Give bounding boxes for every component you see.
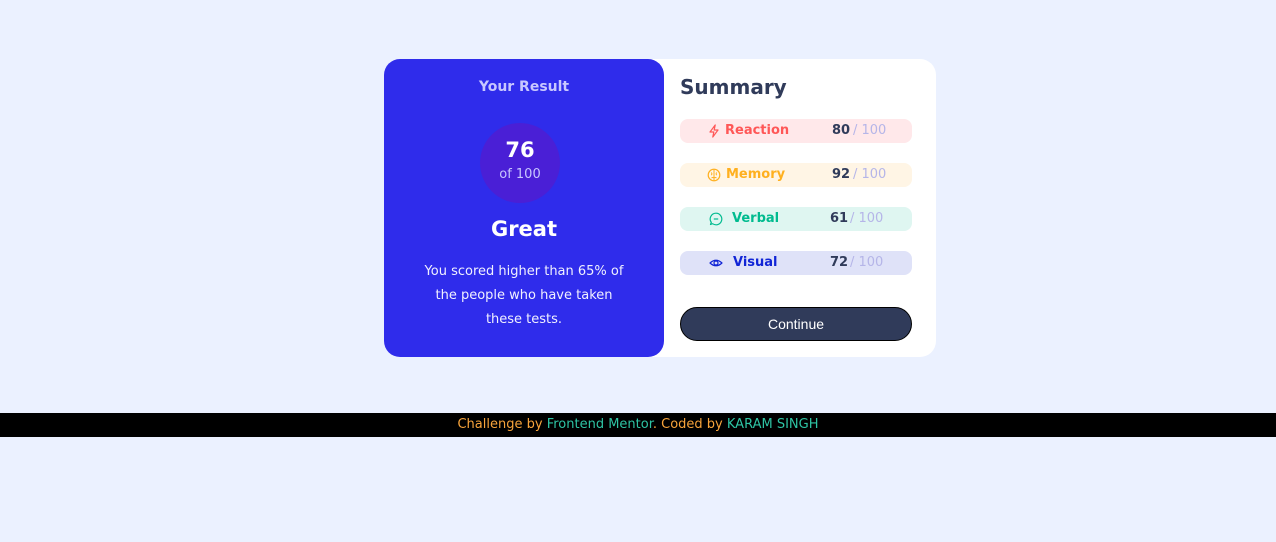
- summary-panel: Summary Reaction 80 / 100 Memory 92 / 10…: [680, 59, 912, 357]
- summary-row-total: / 100: [853, 123, 887, 138]
- summary-row-memory: Memory 92 / 100: [680, 163, 912, 187]
- result-description: You scored higher than 65% of the people…: [424, 264, 624, 327]
- score-circle: 76 of 100: [480, 123, 560, 203]
- summary-row-visual: Visual 72 / 100: [680, 251, 912, 275]
- summary-row-label: Visual: [733, 255, 778, 270]
- author-link[interactable]: KARAM SINGH: [727, 417, 819, 432]
- summary-title: Summary: [680, 75, 787, 99]
- frontend-mentor-link[interactable]: Frontend Mentor: [547, 417, 653, 432]
- summary-row-label: Memory: [726, 167, 786, 182]
- summary-row-label: Verbal: [732, 211, 780, 226]
- result-title: Your Result: [478, 79, 570, 95]
- summary-row-total: / 100: [850, 211, 884, 226]
- brain-icon: [707, 168, 721, 182]
- summary-row-total: / 100: [853, 167, 887, 182]
- summary-row-reaction: Reaction 80 / 100: [680, 119, 912, 143]
- score-value: 76: [505, 138, 535, 162]
- result-panel: Your Result 76 of 100 Great You scored h…: [384, 59, 664, 357]
- continue-button[interactable]: Continue: [680, 307, 912, 341]
- footer-prefix: Challenge by: [457, 417, 547, 432]
- summary-row-label: Reaction: [725, 123, 790, 138]
- summary-row-score: 80: [832, 123, 851, 138]
- summary-row-total: / 100: [850, 255, 884, 270]
- lightning-icon: [707, 124, 721, 138]
- attribution-footer: Challenge by Frontend Mentor. Coded by K…: [0, 413, 1276, 437]
- eye-icon: [709, 256, 723, 270]
- summary-row-score: 72: [830, 255, 849, 270]
- score-of-total: of 100: [499, 167, 541, 182]
- summary-row-verbal: Verbal 61 / 100: [680, 207, 912, 231]
- summary-row-score: 61: [830, 211, 849, 226]
- summary-row-score: 92: [832, 167, 851, 182]
- chat-icon: [709, 212, 723, 226]
- rating-label: Great: [490, 217, 558, 241]
- footer-middle: . Coded by: [652, 417, 727, 432]
- results-card: Your Result 76 of 100 Great You scored h…: [384, 59, 936, 357]
